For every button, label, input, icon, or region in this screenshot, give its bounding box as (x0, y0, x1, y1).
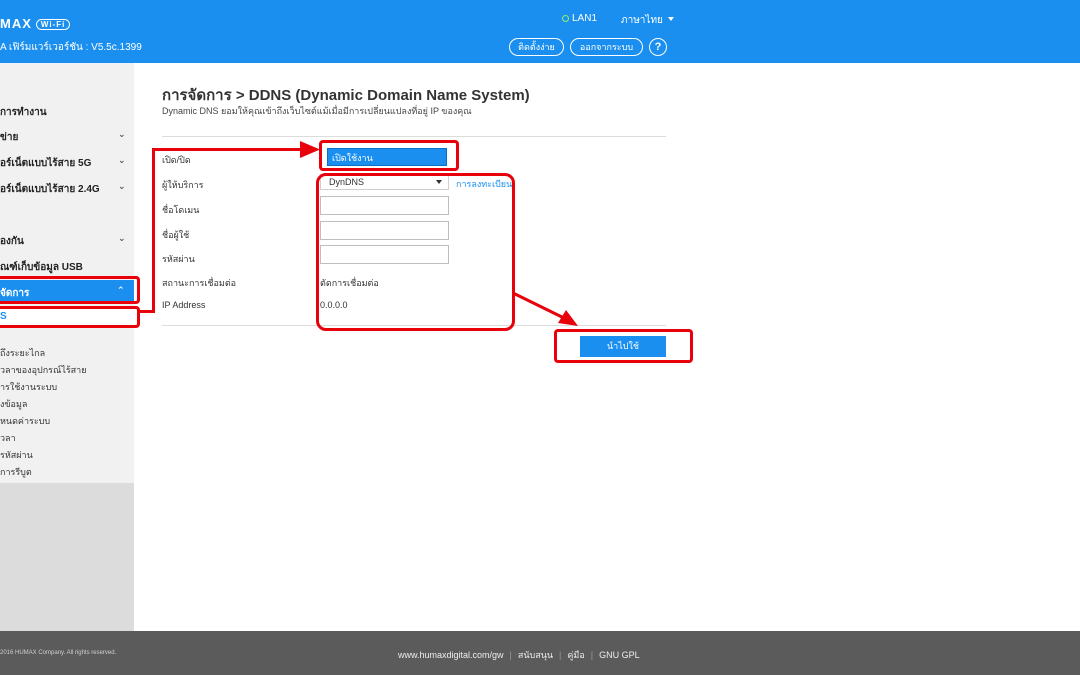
sidebar-item-network[interactable]: ข่าย ⌄ (0, 129, 126, 145)
language-label: ภาษาไทย (621, 15, 663, 26)
lan-status-icon (562, 15, 569, 22)
sidebar-subitem[interactable]: หนดค่าระบบ (0, 414, 50, 428)
sidebar-subitem[interactable]: งข้อมูล (0, 397, 27, 411)
status-label: สถานะการเชื่อมต่อ (162, 278, 237, 288)
username-label: ชื่อผู้ใช้ (162, 230, 190, 240)
provider-label: ผู้ให้บริการ (162, 180, 204, 190)
chevron-down-icon: ⌄ (118, 181, 126, 191)
annotation-arrow-icon (300, 141, 320, 158)
sidebar-subitem[interactable]: ถึงระยะไกล (0, 346, 45, 360)
logo-text: MAX (0, 16, 32, 31)
chevron-down-icon: ⌄ (118, 155, 126, 165)
footer-link-support[interactable]: สนับสนุน (518, 650, 553, 660)
language-selector[interactable]: ภาษาไทย (621, 13, 674, 28)
sidebar-subitem[interactable]: รหัสผ่าน (0, 448, 33, 462)
annotation-box-fields (316, 173, 515, 331)
footer-link-gpl[interactable]: GNU GPL (599, 650, 640, 660)
footer-link-website[interactable]: www.humaxdigital.com/gw (398, 650, 504, 660)
top-header: MAX Wi-Fi A เฟิร์มแวร์เวอร์ชัน : V5.5c.13… (0, 0, 1080, 63)
sidebar-item-wireless-5g[interactable]: อร์เน็ตแบบไร้สาย 5G ⌄ (0, 155, 126, 171)
annotation-box-enable (319, 140, 459, 171)
sidebar-subitem[interactable]: การรีบูต (0, 465, 32, 479)
caret-down-icon (667, 17, 674, 21)
humax-logo: MAX Wi-Fi (0, 16, 71, 31)
enable-label: เปิด/ปิด (162, 155, 191, 165)
annotation-box-management (0, 276, 140, 304)
annotation-connector (152, 148, 155, 313)
annotation-arrow-icon (512, 291, 578, 326)
sidebar-subitem[interactable]: ารใช้งานระบบ (0, 380, 57, 394)
footer-link-manual[interactable]: คู่มือ (567, 650, 584, 660)
sidebar-item-wireless-24g[interactable]: อร์เน็ตแบบไร้สาย 2.4G ⌄ (0, 181, 126, 197)
sidebar-item-status[interactable]: การทำงาน (0, 105, 47, 120)
sidebar-submenu (0, 483, 134, 631)
chevron-down-icon: ⌄ (118, 233, 126, 243)
sidebar-subitem[interactable]: วลา (0, 431, 16, 445)
chevron-down-icon: ⌄ (118, 129, 126, 139)
domain-label: ชื่อโดเมน (162, 205, 200, 215)
footer-links: www.humaxdigital.com/gw | สนับสนุน | คู่มือ |… (398, 650, 640, 660)
sidebar-subitem[interactable]: วลาของอุปกรณ์ไร้สาย (0, 363, 87, 377)
sidebar-item-usb-storage[interactable]: ณฑ์เก็บข้อมูล USB (0, 260, 83, 275)
firmware-version: A เฟิร์มแวร์เวอร์ชัน : V5.5c.1399 (0, 42, 142, 53)
copyright: 2016 HUMAX Company. All rights reserved. (0, 650, 117, 656)
sidebar-item-security[interactable]: องกัน ⌄ (0, 233, 126, 249)
annotation-box-ddns (0, 306, 140, 328)
help-icon[interactable]: ? (649, 38, 667, 56)
logout-button[interactable]: ออกจากระบบ (570, 38, 643, 56)
page-description: Dynamic DNS ยอมให้คุณเข้าถึงเว็บไซต์แม้เ… (162, 106, 472, 116)
footer: 2016 HUMAX Company. All rights reserved.… (0, 631, 1080, 675)
divider (162, 136, 666, 137)
easy-setup-button[interactable]: ติดตั้งง่าย (509, 38, 564, 56)
lan-status: LAN1 (562, 13, 597, 24)
annotation-box-apply (554, 329, 693, 363)
password-label: รหัสผ่าน (162, 254, 195, 264)
ip-label: IP Address (162, 300, 206, 310)
annotation-connector (152, 148, 307, 151)
wifi-badge: Wi-Fi (35, 19, 71, 30)
lan-status-label: LAN1 (572, 13, 598, 24)
sidebar: การทำงาน ข่าย ⌄ อร์เน็ตแบบไร้สาย 5G ⌄ อร์เ… (0, 63, 134, 631)
